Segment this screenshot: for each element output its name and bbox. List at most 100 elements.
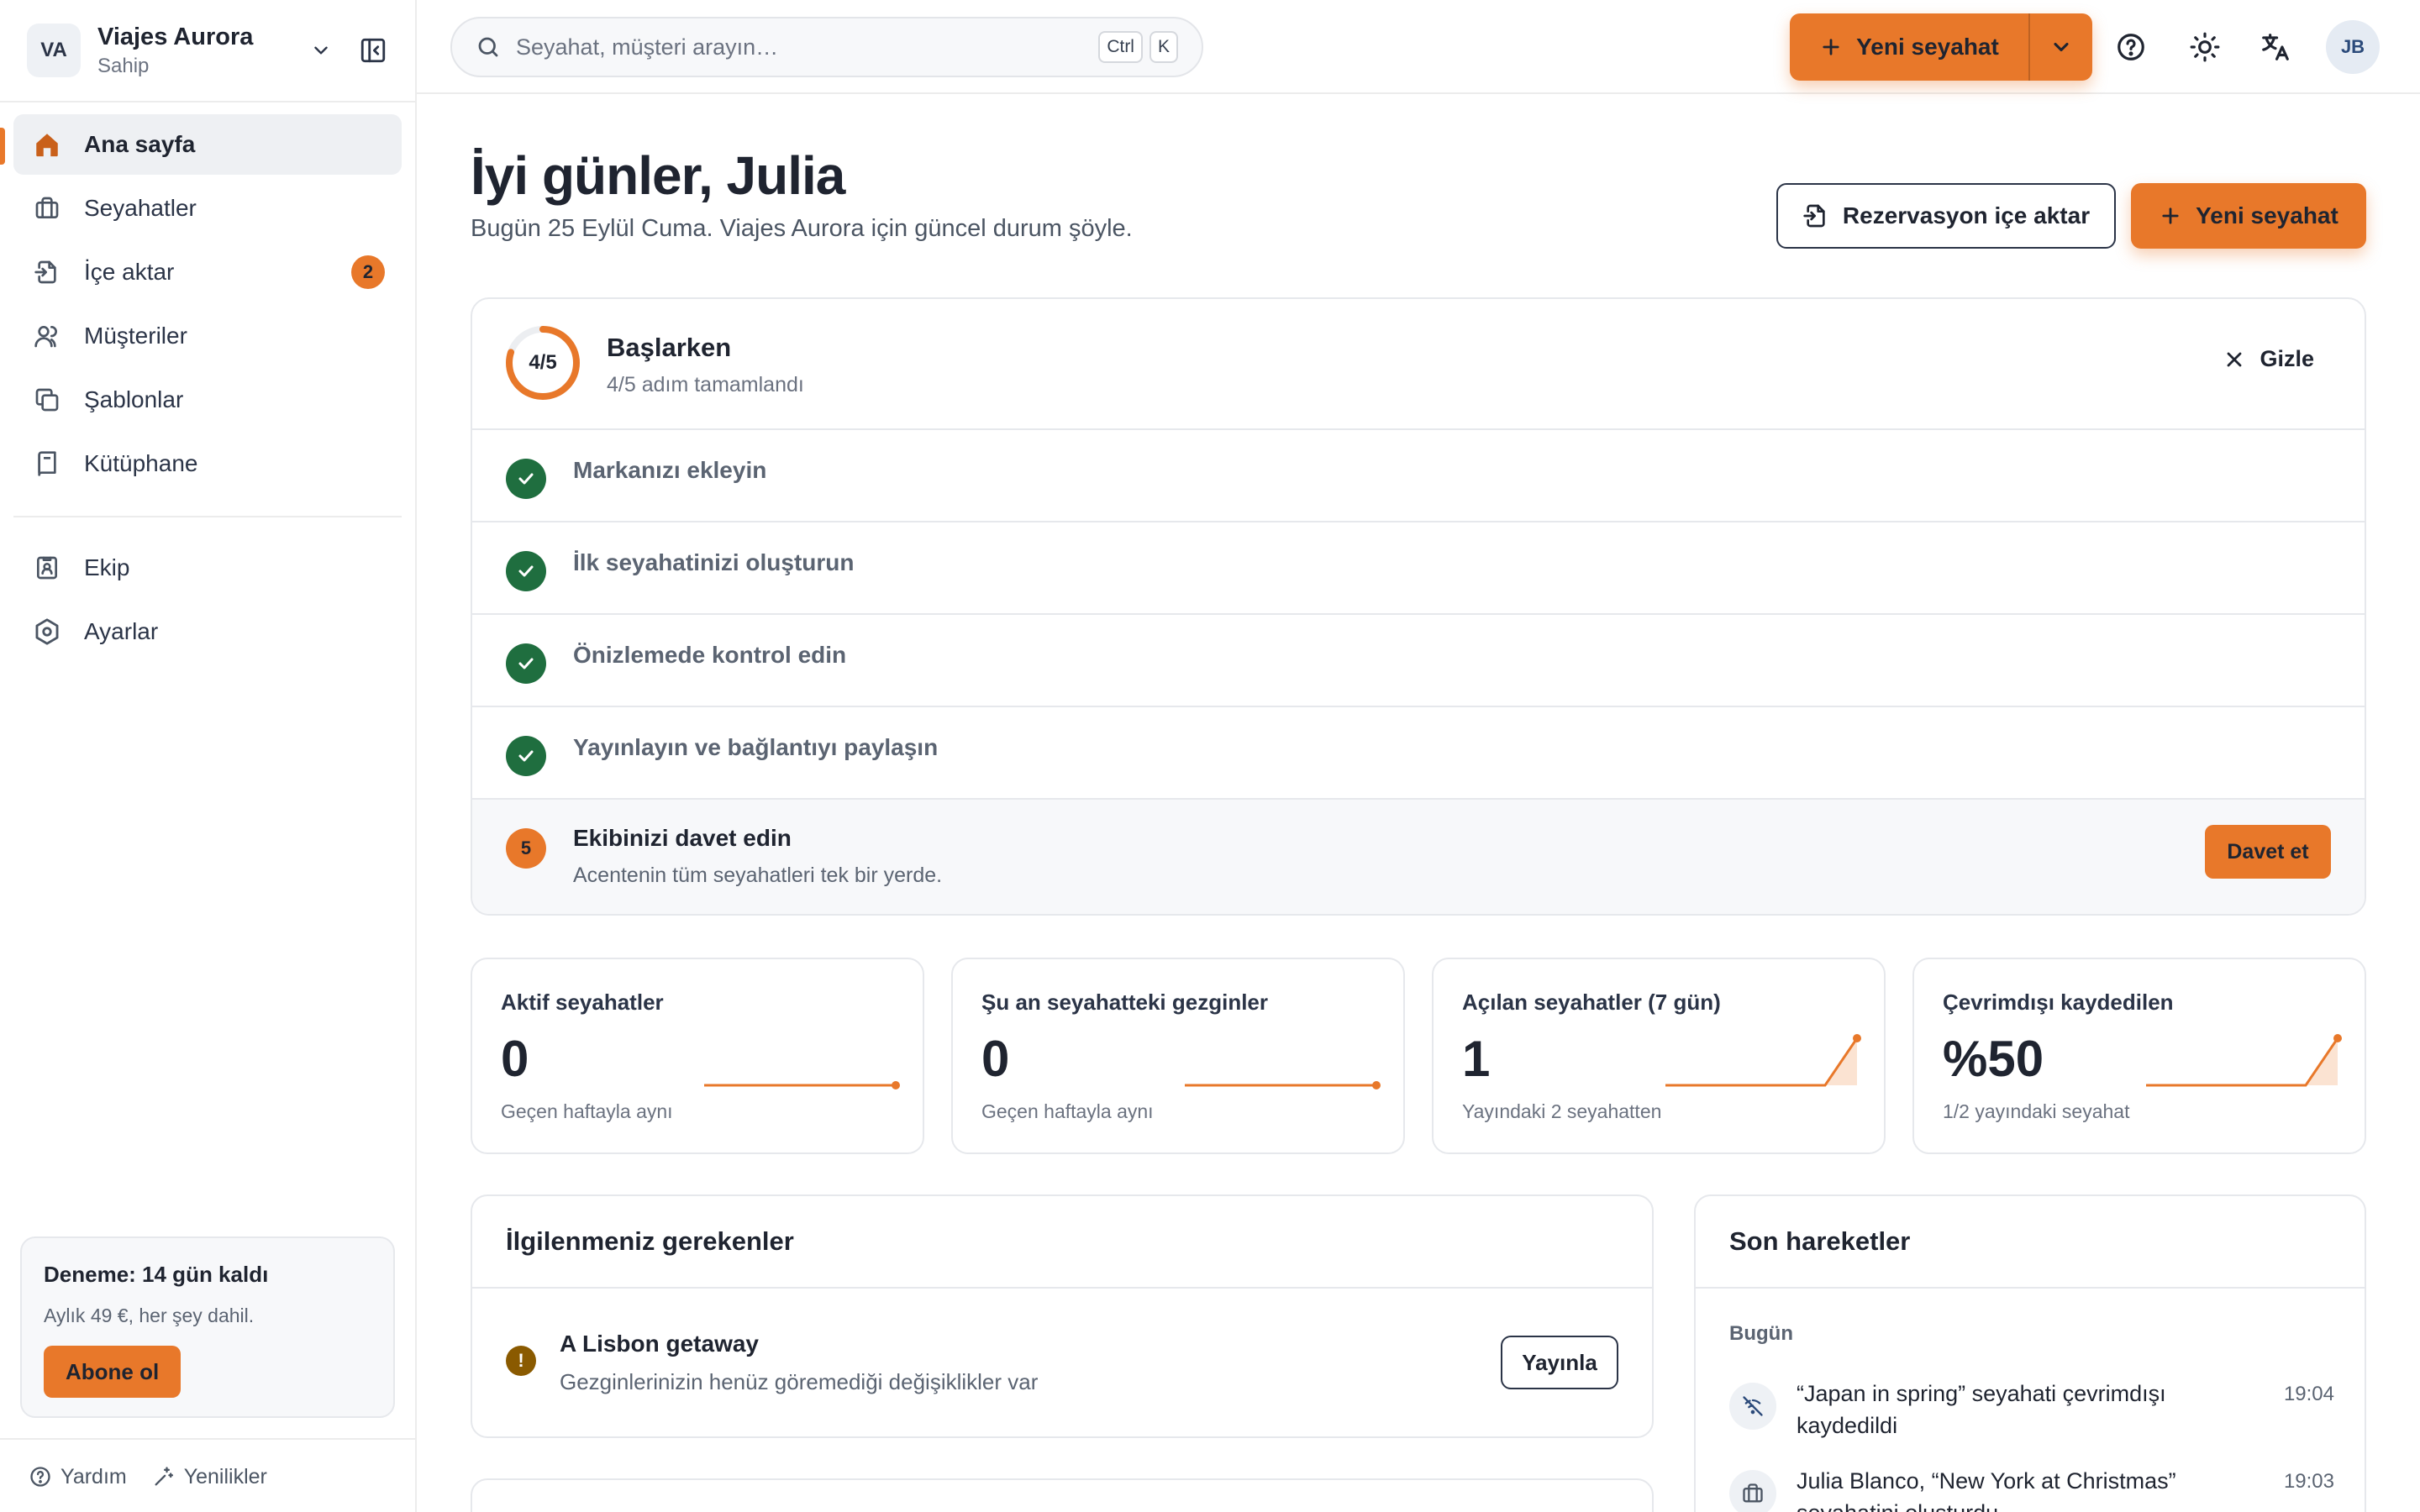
publish-button[interactable]: Yayınla [1501,1336,1618,1389]
onboarding-subtitle: 4/5 adım tamamlandı [607,373,804,396]
check-icon [506,736,546,776]
step-number: 5 [506,828,546,869]
subscribe-button[interactable]: Abone ol [44,1346,182,1398]
top-bar: Ctrl K Yeni seyahat JB [417,0,2420,94]
stat-value: %50 [1943,1031,2044,1087]
sparkline-area [2146,1038,2338,1085]
onboarding-card: 4/5 Başlarken 4/5 adım tamamlandı Gizle … [471,297,2366,916]
user-avatar[interactable]: JB [2326,20,2380,74]
onboarding-header: 4/5 Başlarken 4/5 adım tamamlandı Gizle [472,299,2365,430]
hide-label: Gizle [2260,346,2314,371]
divider [0,1438,417,1440]
new-trip-button[interactable]: Yeni seyahat [2131,183,2366,249]
stat-card: Şu an seyahatteki gezginler 0 Geçen haft… [951,958,1405,1154]
sidebar-item-library[interactable]: Kütüphane [13,433,402,494]
stat-card: Açılan seyahatler (7 gün) 1 Yayındaki 2 … [1432,958,1886,1154]
sidebar-item-home[interactable]: Ana sayfa [13,114,402,175]
stat-title: Şu an seyahatteki gezginler [981,990,1269,1015]
users-icon [32,321,62,351]
book-icon [32,449,62,479]
onboarding-step: İlk seyahatinizi oluşturun [472,522,2365,615]
step-description: Acentenin tüm seyahatleri tek bir yerde. [573,864,943,887]
sidebar: VA Viajes Aurora Sahip Ana sayfa Seyahat… [0,0,417,1512]
next-card [471,1478,1654,1512]
step-label: İlk seyahatinizi oluşturun [573,549,855,575]
sidebar-item-trips[interactable]: Seyahatler [13,178,402,239]
whats-new-link[interactable]: Yenilikler [152,1465,267,1489]
briefcase-icon [32,193,62,223]
sparkle-icon [152,1465,184,1488]
gear-icon [32,617,62,647]
stat-title: Açılan seyahatler (7 gün) [1462,990,1721,1015]
sparkline-point [892,1081,900,1089]
new-trip-button[interactable]: Yeni seyahat [1790,13,2028,81]
trial-card: Deneme: 14 gün kaldı Aylık 49 €, her şey… [20,1236,395,1418]
step-label: Ekibinizi davet edin [573,825,792,851]
step-label: Önizlemede kontrol edin [573,642,847,668]
attention-item-title: A Lisbon getaway [560,1331,760,1357]
divider [13,516,402,517]
sparkline [704,1081,900,1089]
help-link[interactable]: Yardım [29,1465,127,1489]
id-card-icon [32,553,62,583]
sparkline-line [2146,1037,2339,1087]
workspace-switcher[interactable]: VA Viajes Aurora Sahip [27,24,390,77]
whats-new-label: Yenilikler [183,1464,267,1488]
check-icon [506,551,546,591]
onboarding-step: Önizlemede kontrol edin [472,615,2365,707]
sidebar-item-label: Şablonlar [84,386,184,412]
activity-group-label: Bugün [1729,1322,1793,1345]
list-item: ! A Lisbon getaway Gezginlerinizin henüz… [472,1289,1652,1436]
help-circle-icon [29,1465,60,1488]
onboarding-step-current: 5 Ekibinizi davet edin Acentenin tüm sey… [472,800,2365,914]
page-subtitle: Bugün 25 Eylül Cuma. Viajes Aurora için … [471,215,1133,242]
progress-label: 4/5 [529,351,557,374]
chevron-down-icon[interactable] [304,34,338,67]
workspace-info: Viajes Aurora Sahip [97,24,304,78]
stat-footnote: Geçen haftayla aynı [981,1100,1154,1122]
sparkline [1185,1081,1381,1089]
page-title: İyi günler, Julia [471,145,845,206]
file-import-icon [32,257,62,287]
shortcut-key-k: K [1149,31,1178,63]
step-label: Yayınlayın ve bağlantıyı paylaşın [573,734,939,760]
import-booking-button[interactable]: Rezervasyon içe aktar [1776,183,2116,249]
activity-time: 19:04 [2283,1383,2334,1405]
activity-title: Son hareketler [1696,1196,2365,1289]
sidebar-item-label: Ayarlar [84,618,159,644]
active-nav-marker [0,128,5,165]
sun-icon[interactable] [2183,25,2227,69]
sparkline-point [1372,1081,1381,1089]
search-box[interactable]: Ctrl K [450,17,1203,77]
sidebar-item-label: Ekip [84,554,130,580]
sidebar-item-settings[interactable]: Ayarlar [13,601,402,662]
attention-card: İlgilenmeniz gerekenler ! A Lisbon getaw… [471,1194,1654,1438]
new-trip-label: Yeni seyahat [1856,34,1999,60]
sparkline [1665,1034,1861,1087]
workspace-role: Sahip [97,54,150,77]
sidebar-collapse-icon[interactable] [356,34,390,67]
main-content: İyi günler, Julia Bugün 25 Eylül Cuma. V… [417,94,2420,1512]
sidebar-item-templates[interactable]: Şablonlar [13,370,402,430]
stat-value: 0 [981,1031,1010,1087]
sidebar-item-label: İçe aktar [84,259,175,285]
activity-text: Julia Blanco, “New York at Christmas” se… [1797,1468,2176,1512]
sidebar-item-customers[interactable]: Müşteriler [13,306,402,366]
stat-title: Çevrimdışı kaydedilen [1943,990,2174,1015]
onboarding-step: Yayınlayın ve bağlantıyı paylaşın [472,707,2365,800]
help-circle-icon[interactable] [2109,25,2153,69]
search-input[interactable] [516,34,1092,60]
home-icon [32,129,62,160]
copy-icon [32,385,62,415]
check-icon [506,643,546,684]
sidebar-item-label: Müşteriler [84,323,187,349]
translate-icon[interactable] [2254,25,2297,69]
wifi-off-icon [1729,1383,1776,1430]
sidebar-item-team[interactable]: Ekip [13,538,402,598]
new-trip-menu-button[interactable] [2030,13,2092,81]
hide-onboarding-button[interactable]: Gizle [2223,346,2314,372]
sidebar-item-import[interactable]: İçe aktar 2 [13,242,402,302]
sidebar-footer: Yardım Yenilikler [29,1458,292,1495]
new-trip-split-button: Yeni seyahat [1790,13,2092,81]
invite-button[interactable]: Davet et [2205,825,2331,879]
